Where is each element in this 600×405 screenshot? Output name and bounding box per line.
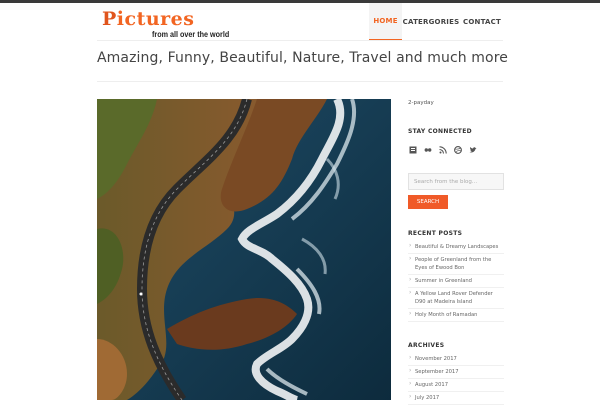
featured-photo[interactable] xyxy=(97,99,391,400)
archives-list: November 2017 September 2017 August 2017… xyxy=(408,353,504,405)
social-icons xyxy=(409,139,477,154)
archives-heading: ARCHIVES xyxy=(408,342,445,349)
main-nav: HOME CATERGORIES CONTACT xyxy=(369,3,504,41)
site-header: Pictures from all over the world HOME CA… xyxy=(0,3,600,41)
coastal-road-photo xyxy=(97,99,391,400)
archive-item[interactable]: November 2017 xyxy=(408,353,504,366)
tagline-divider xyxy=(97,81,503,82)
twitter-icon[interactable] xyxy=(469,139,477,153)
sidebar-top-link[interactable]: 2-payday xyxy=(408,100,434,106)
page-tagline: Amazing, Funny, Beautiful, Nature, Trave… xyxy=(97,50,508,66)
recent-post-item[interactable]: People of Greenland from the Eyes of Ewo… xyxy=(408,254,504,275)
search-button[interactable]: SEARCH xyxy=(408,195,448,209)
rss-icon[interactable] xyxy=(439,139,447,154)
archive-item[interactable]: August 2017 xyxy=(408,379,504,392)
logo-title: Pictures xyxy=(102,8,195,30)
blog-icon[interactable] xyxy=(409,139,417,154)
stay-connected-heading: STAY CONNECTED xyxy=(408,128,472,135)
nav-item-home[interactable]: HOME xyxy=(369,3,402,41)
dribbble-icon[interactable] xyxy=(454,139,462,154)
recent-post-item[interactable]: Holy Month of Ramadan xyxy=(408,309,504,322)
archive-item[interactable]: July 2017 xyxy=(408,392,504,405)
recent-posts-list: Beautiful & Dreamy Landscapes People of … xyxy=(408,241,504,322)
site-logo[interactable]: Pictures from all over the world xyxy=(102,8,229,44)
nav-item-contact[interactable]: CONTACT xyxy=(460,3,504,41)
recent-post-item[interactable]: A Yellow Land Rover Defender D90 at Made… xyxy=(408,288,504,309)
recent-post-item[interactable]: Beautiful & Dreamy Landscapes xyxy=(408,241,504,254)
flickr-icon[interactable] xyxy=(424,139,432,152)
search-placeholder: Search from the blog... xyxy=(414,178,478,185)
logo-subtitle: from all over the world xyxy=(152,30,230,39)
recent-posts-heading: RECENT POSTS xyxy=(408,230,463,237)
archive-item[interactable]: September 2017 xyxy=(408,366,504,379)
nav-item-categories[interactable]: CATERGORIES xyxy=(402,3,460,41)
search-input[interactable]: Search from the blog... xyxy=(408,173,504,190)
recent-post-item[interactable]: Summer in Greenland xyxy=(408,275,504,288)
header-divider xyxy=(97,40,503,41)
